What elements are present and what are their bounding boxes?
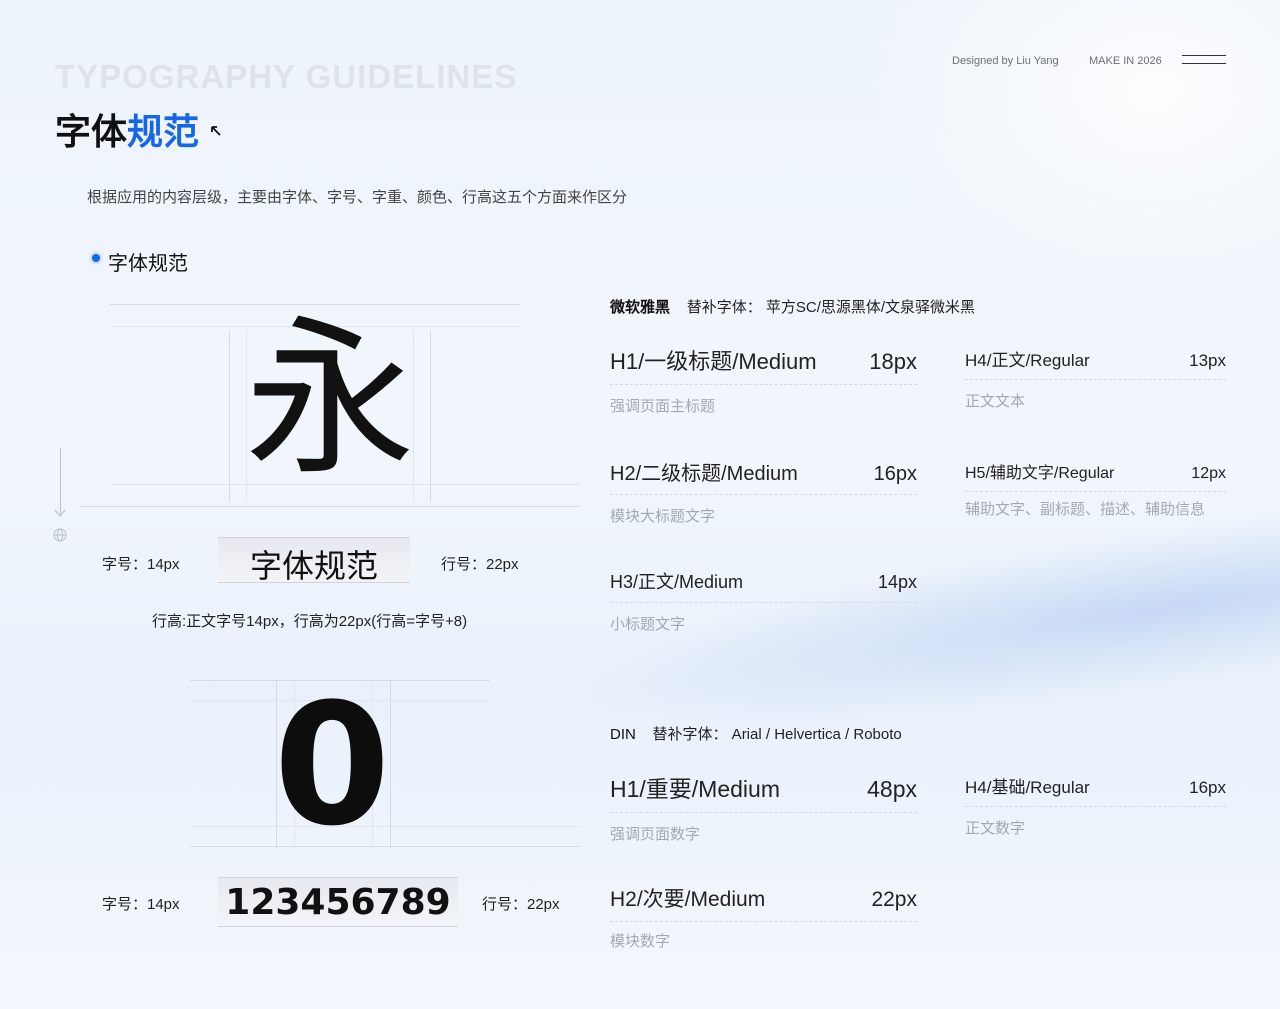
line-height-rule: 行高:正文字号14px，行高为22px(行高=字号+8) <box>152 613 468 630</box>
glyph-zero: 0 <box>273 667 391 863</box>
spec-din-h4: H4/基础/Regular 16px 正文数字 <box>965 773 1226 838</box>
spec-size: 48px <box>867 776 917 802</box>
spec-desc: 模块大标题文字 <box>610 508 716 525</box>
spec-cn-h4: H4/正文/Regular 13px 正文文本 <box>965 346 1226 411</box>
spec-desc: 辅助文字、副标题、描述、辅助信息 <box>965 501 1206 518</box>
font-size-label: 字号：14px <box>102 556 180 573</box>
font-din-alt: 替补字体： Arial / Helvertica / Roboto <box>652 726 902 743</box>
page-title-blue: 规范 <box>127 111 200 152</box>
spec-desc: 模块数字 <box>610 933 671 950</box>
page-title: 字体规范 <box>55 103 199 155</box>
num-font-size-label: 字号：14px <box>102 896 180 913</box>
spec-size: 16px <box>1189 778 1226 797</box>
spec-size: 16px <box>873 463 917 485</box>
spec-label: H1/重要/Medium <box>610 776 780 802</box>
spec-label: H5/辅助文字/Regular <box>965 465 1115 482</box>
num-line-height-label: 行号：22px <box>482 896 560 913</box>
spec-size: 18px <box>869 349 917 374</box>
spec-size: 12px <box>1191 465 1226 482</box>
spec-cn-h1: H1/一级标题/Medium 18px 强调页面主标题 <box>610 344 917 416</box>
spec-desc: 小标题文字 <box>610 616 686 633</box>
background-title: TYPOGRAPHY GUIDELINES <box>55 58 518 95</box>
section-title: 字体规范 <box>108 253 188 275</box>
spec-label: H4/基础/Regular <box>965 778 1090 797</box>
spec-label: H3/正文/Medium <box>610 572 744 592</box>
intro-text: 根据应用的内容层级，主要由字体、字号、字重、颜色、行高这五个方面来作区分 <box>87 189 628 206</box>
spec-desc: 强调页面数字 <box>610 826 701 843</box>
spec-size: 13px <box>1189 351 1226 370</box>
spec-desc: 强调页面主标题 <box>610 398 716 415</box>
font-din-heading: DIN 替补字体： Arial / Helvertica / Roboto <box>610 723 902 744</box>
num-sample-text: 123456789 <box>225 882 451 923</box>
spec-label: H2/二级标题/Medium <box>610 463 798 485</box>
spec-cn-h2: H2/二级标题/Medium 16px 模块大标题文字 <box>610 457 917 526</box>
bullet-dot-icon <box>92 254 100 262</box>
spec-size: 14px <box>877 572 917 592</box>
spec-label: H2/次要/Medium <box>610 888 766 911</box>
glyph-yong: 永 <box>244 301 415 499</box>
spec-label: H4/正文/Regular <box>965 351 1090 370</box>
font-cn-heading: 微软雅黑 替补字体： 苹方SC/思源黑体/文泉驿微米黑 <box>610 296 975 317</box>
line-height-label: 行号：22px <box>441 556 519 573</box>
spec-size: 22px <box>871 888 917 911</box>
font-cn-name: 微软雅黑 <box>610 299 671 316</box>
arrow-up-left-icon <box>211 126 221 136</box>
year-label: MAKE IN 2026 <box>1089 55 1162 67</box>
arrow-down-icon <box>54 509 66 517</box>
font-din-name: DIN <box>610 726 636 743</box>
spec-din-h2: H2/次要/Medium 22px 模块数字 <box>610 883 917 951</box>
page-title-black: 字体 <box>55 111 128 152</box>
menu-icon[interactable] <box>1182 55 1226 65</box>
globe-icon <box>53 528 67 542</box>
spec-label: H1/一级标题/Medium <box>610 349 817 374</box>
spec-cn-h3: H3/正文/Medium 14px 小标题文字 <box>610 568 917 634</box>
spec-desc: 正文数字 <box>965 820 1026 837</box>
spec-desc: 正文文本 <box>965 393 1026 410</box>
font-cn-alt: 替补字体： 苹方SC/思源黑体/文泉驿微米黑 <box>686 299 976 316</box>
spec-din-h1: H1/重要/Medium 48px 强调页面数字 <box>610 770 917 844</box>
designer-credit: Designed by Liu Yang <box>952 55 1059 67</box>
sample-text: 字体规范 <box>249 548 378 584</box>
spec-cn-h5: H5/辅助文字/Regular 12px 辅助文字、副标题、描述、辅助信息 <box>965 459 1226 519</box>
